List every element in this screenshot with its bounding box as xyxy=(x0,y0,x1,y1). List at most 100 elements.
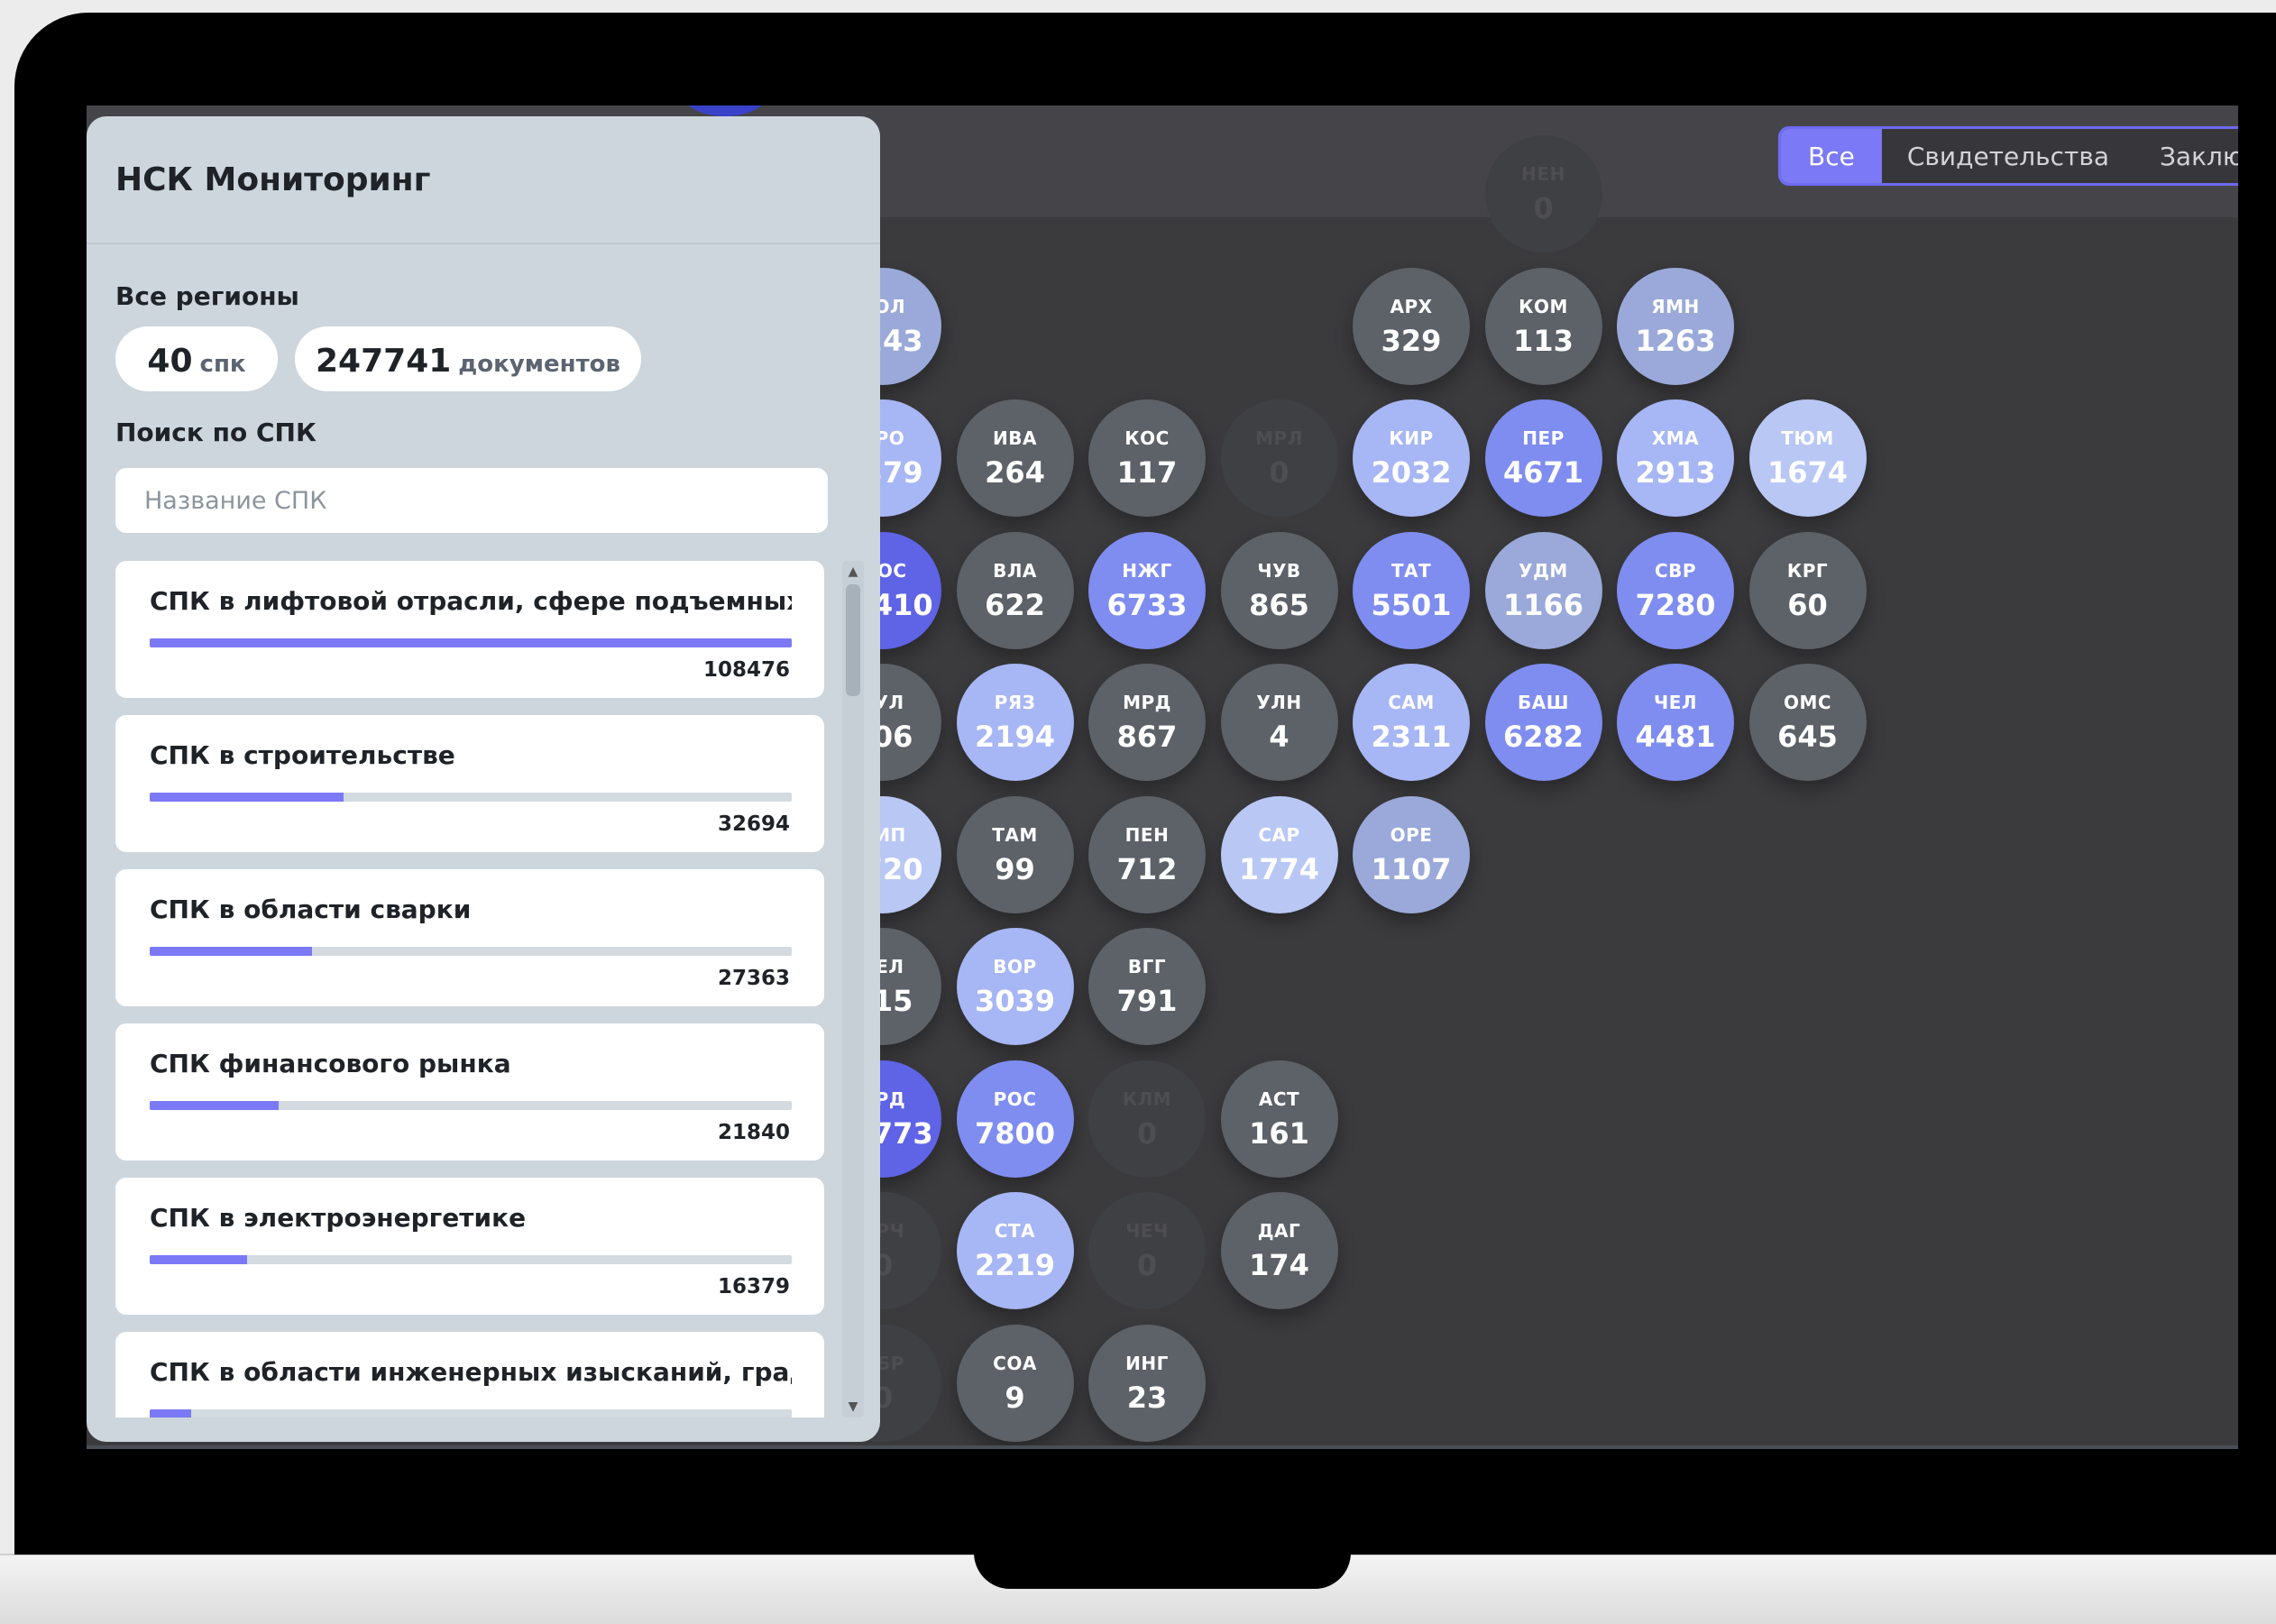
spk-card[interactable]: СПК в области сварки 27363 xyxy=(115,869,824,1006)
region-bubble-КИР[interactable]: КИР 2032 xyxy=(1353,399,1470,517)
region-bubble-СВР[interactable]: СВР 7280 xyxy=(1617,531,1734,649)
region-bubble-ВОР[interactable]: ВОР 3039 xyxy=(956,928,1074,1045)
region-value: 60 xyxy=(1787,587,1828,622)
region-bubble-РЯЗ[interactable]: РЯЗ 2194 xyxy=(956,664,1074,781)
region-bubble-САМ[interactable]: САМ 2311 xyxy=(1353,664,1470,781)
region-bubble-ВГГ[interactable]: ВГГ 791 xyxy=(1088,928,1206,1045)
region-bubble-ОРЕ[interactable]: ОРЕ 1107 xyxy=(1353,795,1470,913)
tab-certificates[interactable]: Свидетельства xyxy=(1882,129,2134,183)
region-bubble-НЖГ[interactable]: НЖГ 6733 xyxy=(1088,531,1206,649)
region-bubble-САР[interactable]: САР 1774 xyxy=(1220,795,1338,913)
region-code: УДМ xyxy=(1519,559,1568,582)
region-bubble-ОМС[interactable]: ОМС 645 xyxy=(1748,664,1867,781)
region-value: 4481 xyxy=(1635,720,1716,754)
region-code: ОРЕ xyxy=(1390,823,1433,846)
region-value: 791 xyxy=(1116,984,1178,1018)
region-bubble-КОС[interactable]: КОС 117 xyxy=(1088,399,1206,517)
region-bubble-УДМ[interactable]: УДМ 1166 xyxy=(1484,531,1602,649)
region-value: 645 xyxy=(1777,720,1838,754)
region-bubble-ЧЕЧ[interactable]: ЧЕЧ 0 xyxy=(1088,1192,1206,1309)
region-code: НЕН xyxy=(1521,163,1565,185)
scroll-thumb[interactable] xyxy=(846,584,860,696)
region-code: АСТ xyxy=(1258,1087,1300,1110)
region-bubble-МРД[interactable]: МРД 867 xyxy=(1088,664,1206,781)
sidebar-header: НСК Мониторинг xyxy=(87,116,880,244)
region-bubble-БАШ[interactable]: БАШ 6282 xyxy=(1484,664,1602,781)
region-code: ТЮМ xyxy=(1781,427,1834,449)
region-bubble-ТЮМ[interactable]: ТЮМ 1674 xyxy=(1748,399,1867,517)
spk-card-progress-fill xyxy=(150,1409,191,1418)
region-code: ИВА xyxy=(993,427,1037,449)
region-bubble-ПЕН[interactable]: ПЕН 712 xyxy=(1088,795,1206,913)
doc-unit: документов xyxy=(458,351,620,378)
region-code: РЯЗ xyxy=(994,692,1036,713)
region-value: 1166 xyxy=(1502,587,1584,622)
spk-card[interactable]: СПК в строительстве 32694 xyxy=(115,715,824,852)
region-bubble-КОМ[interactable]: КОМ 113 xyxy=(1484,267,1602,385)
region-bubble-ЯМН[interactable]: ЯМН 1263 xyxy=(1617,267,1734,385)
region-value: 174 xyxy=(1249,1248,1309,1282)
spk-card-count: 108476 xyxy=(702,658,790,682)
spk-card[interactable]: СПК в лифтовой отрасли, сфере подъемных … xyxy=(115,561,824,698)
region-bubble-ПЕР[interactable]: ПЕР 4671 xyxy=(1484,399,1602,517)
region-bubble-ЧУВ[interactable]: ЧУВ 865 xyxy=(1220,531,1338,649)
scroll-down-icon[interactable]: ▼ xyxy=(842,1396,864,1418)
spk-card[interactable]: СПК в области инженерных изысканий, град… xyxy=(115,1332,824,1418)
list-scrollbar[interactable]: ▲ ▼ xyxy=(842,561,864,1418)
spk-card-title: СПК в лифтовой отрасли, сфере подъемных … xyxy=(150,586,792,616)
region-value: 1263 xyxy=(1635,323,1716,358)
region-bubble-ТАТ[interactable]: ТАТ 5501 xyxy=(1353,531,1470,649)
region-bubble-ВЛА[interactable]: ВЛА 622 xyxy=(956,531,1074,649)
region-value: 0 xyxy=(1136,1115,1158,1151)
region-code: УЛН xyxy=(1256,692,1302,713)
region-bubble-АРХ[interactable]: АРХ 329 xyxy=(1353,267,1470,385)
tab-conclusions[interactable]: Заключения xyxy=(2134,129,2238,183)
region-value: 0 xyxy=(1136,1248,1158,1282)
region-bubble-МРЛ[interactable]: МРЛ 0 xyxy=(1220,399,1338,517)
region-value: 264 xyxy=(985,455,1045,490)
region-bubble-КРГ[interactable]: КРГ 60 xyxy=(1748,531,1867,649)
region-value: 3039 xyxy=(974,984,1056,1018)
region-code: ОМС xyxy=(1783,692,1832,713)
region-bubble-АСТ[interactable]: АСТ 161 xyxy=(1220,1060,1338,1178)
spk-count-badge: 40 спк xyxy=(115,326,278,391)
region-bubble-НЕН[interactable]: НЕН 0 xyxy=(1484,135,1602,252)
doc-count-badge: 247741 документов xyxy=(295,326,641,391)
region-code: СВР xyxy=(1654,559,1697,582)
region-bubble-СТА[interactable]: СТА 2219 xyxy=(956,1192,1074,1309)
region-code: ХМА xyxy=(1651,427,1700,449)
spk-card-title: СПК в строительстве xyxy=(150,740,455,770)
doc-count: 247741 xyxy=(316,343,452,380)
screen-bottom-line xyxy=(87,1445,2238,1449)
region-bubble-ТАМ[interactable]: ТАМ 99 xyxy=(956,795,1074,913)
search-input[interactable] xyxy=(115,468,828,533)
region-code: МРЛ xyxy=(1255,427,1303,449)
region-bubble-ИНГ[interactable]: ИНГ 23 xyxy=(1088,1324,1206,1442)
spk-list: СПК в лифтовой отрасли, сфере подъемных … xyxy=(115,561,824,1418)
region-bubble-УЛН[interactable]: УЛН 4 xyxy=(1220,664,1338,781)
tab-all[interactable]: Все xyxy=(1781,129,1882,183)
region-bubble-РОС[interactable]: РОС 7800 xyxy=(956,1060,1074,1178)
region-value: 0 xyxy=(1533,191,1554,225)
region-code: ЯМН xyxy=(1651,295,1700,317)
region-value: 7800 xyxy=(974,1115,1056,1151)
region-bubble-ДАГ[interactable]: ДАГ 174 xyxy=(1220,1192,1338,1309)
spk-card-progress-track xyxy=(150,638,792,647)
region-code: ВГГ xyxy=(1127,956,1167,977)
spk-card-progress-track xyxy=(150,1255,792,1264)
region-code: ДАГ xyxy=(1257,1220,1301,1242)
region-bubble-ИВА[interactable]: ИВА 264 xyxy=(956,399,1074,517)
region-code: АРХ xyxy=(1390,295,1433,317)
region-bubble-ХМА[interactable]: ХМА 2913 xyxy=(1617,399,1734,517)
app-screen: КАР149НЕН0ЛЕН1383НВГ4ВОЛ1243АРХ329КОМ113… xyxy=(87,106,2238,1449)
region-bubble-ЧЕЛ[interactable]: ЧЕЛ 4481 xyxy=(1617,664,1734,781)
region-code: ЧУВ xyxy=(1257,559,1301,582)
region-value: 9 xyxy=(1005,1380,1025,1415)
region-value: 1107 xyxy=(1371,851,1452,886)
spk-card[interactable]: СПК финансового рынка 21840 xyxy=(115,1023,824,1161)
spk-card[interactable]: СПК в электроэнергетике 16379 xyxy=(115,1178,824,1315)
scroll-up-icon[interactable]: ▲ xyxy=(842,561,864,583)
region-bubble-КЛМ[interactable]: КЛМ 0 xyxy=(1088,1060,1206,1178)
region-code: СОА xyxy=(993,1352,1037,1374)
region-bubble-СОА[interactable]: СОА 9 xyxy=(956,1324,1074,1442)
